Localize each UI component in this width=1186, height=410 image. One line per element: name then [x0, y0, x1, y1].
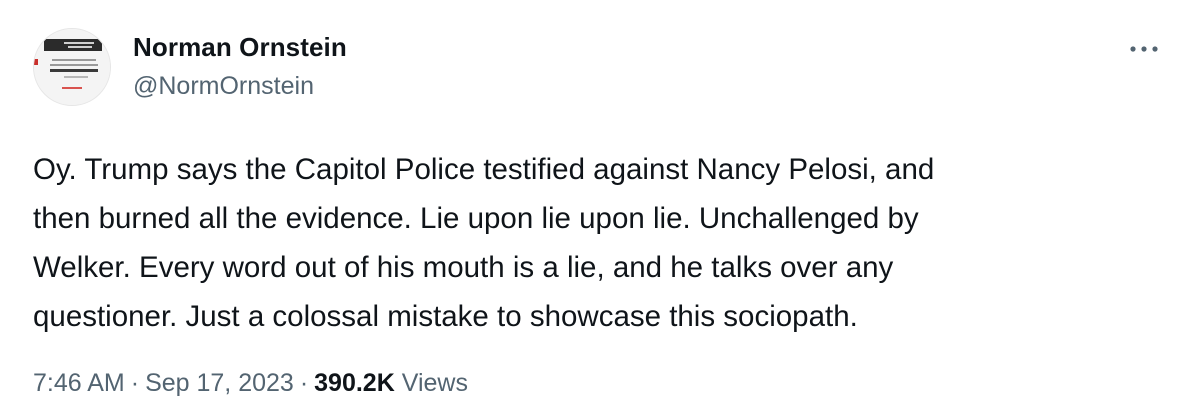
tweet-card: Norman Ornstein @NormOrnstein Oy. Trump …: [0, 0, 1186, 410]
views-count[interactable]: 390.2K: [314, 369, 395, 397]
author-name[interactable]: Norman Ornstein: [133, 32, 347, 63]
tweet-date[interactable]: Sep 17, 2023: [145, 369, 294, 397]
avatar[interactable]: [33, 28, 111, 106]
meta-separator: ·: [130, 369, 140, 397]
tweet-meta: 7:46 AM · Sep 17, 2023 · 390.2K Views: [33, 369, 468, 398]
more-options-button[interactable]: [1124, 34, 1164, 64]
meta-separator: ·: [299, 369, 309, 397]
tweet-text: Oy. Trump says the Capitol Police testif…: [33, 153, 935, 333]
more-horizontal-icon: [1130, 46, 1158, 52]
author-handle[interactable]: @NormOrnstein: [133, 72, 314, 101]
avatar-image: [34, 29, 110, 105]
views-label: Views: [401, 369, 468, 397]
tweet-time[interactable]: 7:46 AM: [33, 369, 125, 397]
